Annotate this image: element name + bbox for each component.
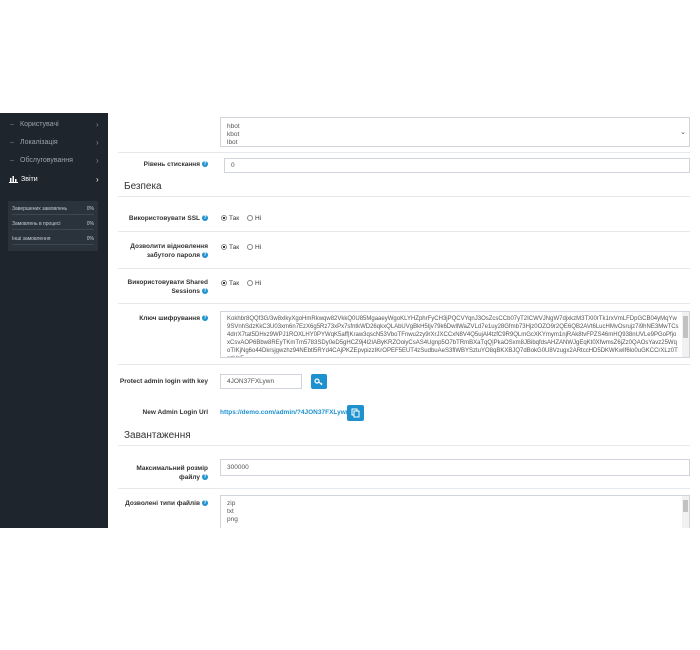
protect-admin-key-input[interactable]: 4JON37FXLywn [220, 374, 302, 389]
bullet-icon: – [10, 139, 14, 146]
encryption-key-textarea[interactable]: Kokhbr8QQf3G/3w8xlkyXgoHmRkwqw82VkkQ0U85… [220, 311, 690, 358]
shared-sessions-yes-radio[interactable]: Так [221, 280, 239, 287]
scrollbar[interactable] [682, 496, 689, 528]
chevron-right-icon: › [96, 175, 99, 184]
shared-sessions-label: Використовувати Shared Sessions? [127, 279, 208, 295]
allow-forgot-yes-radio[interactable]: Так [221, 244, 239, 251]
use-ssl-no-radio[interactable]: Ні [247, 215, 261, 222]
stat-processing: Замовлень в процесі 0% [8, 219, 98, 232]
bullet-icon: – [10, 121, 14, 128]
allowed-types-label: Дозволені типи файлів? [125, 500, 208, 507]
order-stats-panel: Завершених замовлень 0% Замовлень в проц… [8, 201, 98, 251]
allow-forgot-label: Дозволити відновлення забутого пароля? [130, 243, 208, 259]
help-icon: ? [202, 252, 208, 259]
sidebar-item-reports[interactable]: Звіти › [0, 171, 108, 189]
chevron-right-icon: › [96, 156, 99, 165]
max-size-input[interactable]: 300000 [220, 459, 690, 476]
help-icon: ? [202, 215, 208, 222]
sidebar-item-label: Обслуговування [20, 157, 73, 164]
bullet-icon: – [10, 157, 14, 164]
robots-textarea[interactable]: hbot kbot lbot ⌄ [220, 117, 690, 147]
uploads-section-title: Завантаження [124, 430, 191, 441]
new-admin-url-link[interactable]: https://demo.com/admin/?4JON37FXLywn [220, 409, 350, 416]
allowed-types-textarea[interactable]: zip txt png [220, 495, 690, 528]
help-icon: ? [202, 474, 208, 481]
help-icon: ? [202, 500, 208, 507]
help-icon: ? [202, 315, 208, 322]
protect-admin-label: Protect admin login with key [119, 378, 208, 385]
help-icon: ? [202, 161, 208, 168]
sidebar-item-label: Користувачі [20, 121, 59, 128]
sidebar-item-users[interactable]: – Користувачі › [0, 116, 108, 134]
sidebar: – Користувачі › – Локалізація › – Обслуг… [0, 113, 108, 528]
progress-bar [12, 214, 94, 215]
shared-sessions-no-radio[interactable]: Ні [247, 280, 261, 287]
use-ssl-yes-radio[interactable]: Так [221, 215, 239, 222]
chevron-right-icon: › [96, 138, 99, 147]
new-admin-url-label: New Admin Login Url [142, 409, 208, 416]
stat-completed: Завершених замовлень 0% [8, 204, 98, 217]
key-icon [314, 378, 323, 386]
copy-url-button[interactable] [347, 405, 364, 421]
progress-bar [12, 229, 94, 230]
compression-label: Рівень стискання? [143, 161, 208, 168]
sidebar-item-maintenance[interactable]: – Обслуговування › [0, 152, 108, 170]
compression-input[interactable]: 0 [224, 158, 690, 173]
security-section-title: Безпека [124, 181, 162, 192]
generate-key-button[interactable] [311, 374, 327, 389]
chevron-down-icon: ⌄ [680, 129, 686, 136]
sidebar-item-label: Звіти [21, 176, 38, 183]
sidebar-item-label: Локалізація [20, 139, 58, 146]
bar-chart-icon [9, 176, 18, 183]
scrollbar[interactable] [682, 312, 689, 357]
encryption-key-label: Ключ шифрування? [139, 315, 208, 322]
sidebar-item-localisation[interactable]: – Локалізація › [0, 134, 108, 152]
copy-icon [351, 408, 360, 418]
max-size-label: Максимальний розмір файлу? [136, 465, 208, 481]
chevron-right-icon: › [96, 120, 99, 129]
progress-bar [12, 244, 94, 245]
stat-other: Інші замовлення 0% [8, 234, 98, 247]
settings-main: hbot kbot lbot ⌄ Рівень стискання? 0 Без… [108, 113, 700, 528]
allow-forgot-no-radio[interactable]: Ні [247, 244, 261, 251]
use-ssl-label: Використовувати SSL? [128, 215, 208, 222]
help-icon: ? [202, 288, 208, 295]
